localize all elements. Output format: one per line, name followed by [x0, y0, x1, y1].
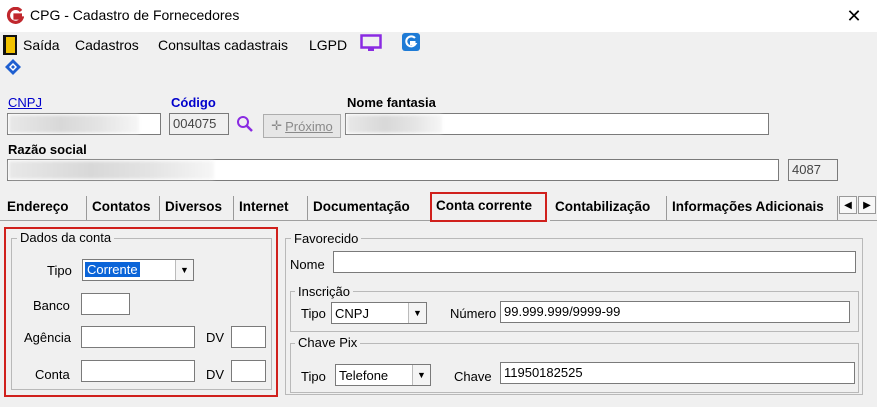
- active-tab-highlight: [430, 192, 547, 222]
- inscricao-tipo-value: CNPJ: [335, 306, 369, 321]
- tipo-conta-label: Tipo: [47, 263, 72, 278]
- razao-social-label: Razão social: [8, 142, 87, 157]
- tab-scroll-right-icon[interactable]: ▶: [858, 196, 876, 214]
- conta-dv-label: DV: [206, 367, 225, 382]
- app-logo-icon: [6, 7, 24, 24]
- favorecido-nome-input[interactable]: [333, 251, 856, 273]
- conta-dv-input[interactable]: [231, 360, 266, 382]
- codigo-input[interactable]: 004075: [169, 113, 229, 135]
- chevron-down-icon: ▼: [408, 303, 426, 323]
- inscricao-tipo-label: Tipo: [301, 306, 326, 321]
- cnpj-link[interactable]: CNPJ: [8, 95, 42, 110]
- menu-lgpd[interactable]: LGPD: [309, 37, 347, 53]
- inscricao-title: Inscrição: [295, 284, 354, 299]
- window-title: CPG - Cadastro de Fornecedores: [30, 7, 240, 23]
- proximo-label: Próximo: [285, 118, 333, 134]
- chave-pix-tipo-select[interactable]: Telefone ▼: [335, 364, 431, 386]
- nome-fantasia-label: Nome fantasia: [347, 95, 436, 110]
- conta-label: Conta: [35, 367, 70, 382]
- tipo-conta-value: Corrente: [85, 262, 140, 277]
- plus-icon: ✛: [271, 118, 283, 133]
- agencia-label: Agência: [24, 330, 71, 345]
- razao-social-redacted: [9, 161, 214, 179]
- conta-input[interactable]: [81, 360, 195, 382]
- chevron-down-icon: ▼: [175, 260, 193, 280]
- monitor-icon[interactable]: [360, 34, 382, 52]
- chave-pix-tipo-label: Tipo: [301, 369, 326, 384]
- tab-scroll-left-icon[interactable]: ◀: [839, 196, 857, 214]
- app-g-icon[interactable]: [402, 33, 420, 51]
- agencia-dv-label: DV: [206, 330, 225, 345]
- tab-contatos[interactable]: Contatos: [88, 196, 160, 220]
- tab-informacoes-adicionais[interactable]: Informações Adicionais: [668, 196, 838, 220]
- cnpj-redacted: [9, 115, 139, 133]
- tab-diversos[interactable]: Diversos: [161, 196, 234, 220]
- search-icon[interactable]: [236, 115, 254, 133]
- chave-label: Chave: [454, 369, 492, 384]
- close-button[interactable]: ✕: [831, 0, 877, 32]
- banco-label: Banco: [33, 298, 70, 313]
- favorecido-nome-label: Nome: [290, 257, 325, 272]
- chevron-down-icon: ▼: [412, 365, 430, 385]
- dados-conta-title: Dados da conta: [17, 230, 115, 245]
- tab-endereco[interactable]: Endereço: [3, 196, 87, 220]
- tab-internet[interactable]: Internet: [235, 196, 308, 220]
- chave-input[interactable]: 11950182525: [500, 362, 855, 384]
- chave-pix-tipo-value: Telefone: [339, 368, 389, 383]
- agencia-dv-input[interactable]: [231, 326, 266, 348]
- chave-pix-title: Chave Pix: [295, 335, 361, 350]
- razao-code-field: 4087: [788, 159, 838, 181]
- numero-input[interactable]: 99.999.999/9999-99: [500, 301, 850, 323]
- proximo-button[interactable]: ✛ Próximo: [263, 114, 341, 138]
- agencia-input[interactable]: [81, 326, 195, 348]
- bank-diamond-icon[interactable]: [4, 59, 22, 75]
- exit-door-icon: [3, 35, 17, 55]
- menu-saida[interactable]: Saída: [23, 37, 60, 53]
- tab-contabilizacao[interactable]: Contabilização: [551, 196, 667, 220]
- inscricao-tipo-select[interactable]: CNPJ ▼: [331, 302, 427, 324]
- tipo-conta-select[interactable]: Corrente ▼: [82, 259, 194, 281]
- numero-label: Número: [450, 306, 497, 321]
- banco-input[interactable]: [81, 293, 130, 315]
- codigo-label: Código: [171, 95, 216, 110]
- favorecido-title: Favorecido: [291, 231, 362, 246]
- tab-documentacao[interactable]: Documentação: [309, 196, 431, 220]
- menu-cadastros[interactable]: Cadastros: [75, 37, 139, 53]
- nome-fantasia-redacted: [347, 115, 442, 133]
- menu-consultas-cadastrais[interactable]: Consultas cadastrais: [158, 37, 288, 53]
